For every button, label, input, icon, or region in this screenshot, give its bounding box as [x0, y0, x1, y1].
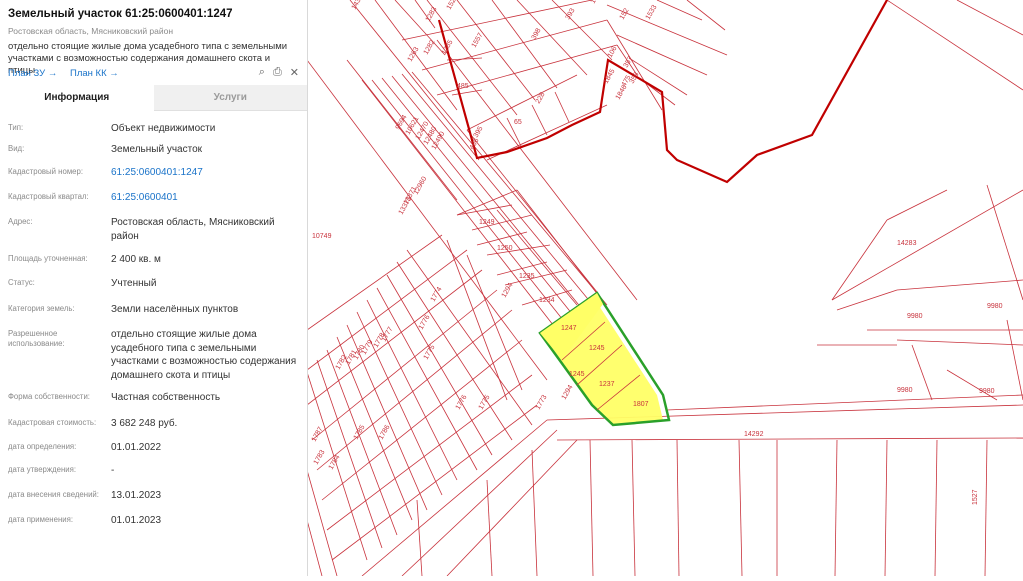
parcel-label[interactable]: 14292: [744, 431, 764, 438]
parcel-label[interactable]: 1430: [351, 0, 365, 11]
parcel-label[interactable]: 14283: [897, 240, 917, 247]
parcel-region: Ростовская область, Мясниковский район: [8, 26, 174, 36]
parcel-label[interactable]: 1845: [603, 68, 617, 85]
attribute-label: дата определения:: [8, 442, 77, 451]
attribute-link[interactable]: 61:25:0600401:1247: [111, 166, 301, 180]
parcel-label[interactable]: 1245: [569, 371, 585, 378]
parcel-label[interactable]: 9980: [897, 387, 913, 394]
attribute-label: дата внесения сведений:: [8, 490, 99, 499]
parcel-label[interactable]: 398: [531, 27, 543, 41]
parcel-label[interactable]: 1235: [519, 273, 535, 280]
attribute-value: отдельно стоящие жилые дома усадебного т…: [111, 329, 297, 381]
parcel-label[interactable]: 1807: [633, 401, 649, 408]
attribute-label: Вид:: [8, 144, 25, 153]
attribute-value: Объект недвижимости: [111, 123, 216, 134]
attribute-label: Адрес:: [8, 217, 33, 226]
panel-tabs: Информация Услуги: [0, 85, 307, 111]
attribute-value: Земельный участок: [111, 144, 203, 155]
parcel-label[interactable]: 1245: [589, 345, 605, 352]
parcel-label[interactable]: 1285: [441, 39, 455, 56]
parcel-label[interactable]: 1551: [590, 0, 604, 5]
parcel-label[interactable]: 1533: [645, 4, 659, 21]
tab-services[interactable]: Услуги: [153, 85, 307, 111]
parcel-label[interactable]: 65: [514, 119, 522, 126]
parcel-label[interactable]: 393: [565, 7, 577, 21]
parcel-label[interactable]: 1776: [418, 314, 432, 331]
parcel-label[interactable]: 1775: [478, 394, 492, 411]
attribute-link[interactable]: 61:25:0600401: [111, 191, 301, 205]
parcel-label[interactable]: 1776: [455, 394, 469, 411]
info-panel: Земельный участок 61:25:0600401:1247 Рос…: [0, 0, 308, 576]
cadastral-map[interactable]: 1430128315263931551152153312821285155739…: [306, 0, 1023, 577]
tab-info[interactable]: Информация: [0, 85, 154, 111]
parcel-label[interactable]: 1557: [471, 32, 485, 49]
attribute-value: -: [111, 465, 115, 476]
parcel-label[interactable]: 1234: [539, 297, 555, 304]
attribute-label: Кадастровый квартал:: [8, 192, 89, 201]
attribute-label: Тип:: [8, 123, 24, 132]
attribute-label: Площадь уточненная:: [8, 254, 88, 263]
attribute-label: Разрешенное использование:: [8, 329, 65, 348]
plan-kk-link[interactable]: План КК →: [70, 68, 119, 79]
print-icon[interactable]: ⎙: [273, 66, 282, 79]
parcel-label[interactable]: 1283: [425, 6, 439, 23]
attribute-label: Кадастровая стоимость:: [8, 418, 97, 427]
attribute-label: Категория земель:: [8, 304, 75, 313]
parcel-label[interactable]: 1294: [561, 384, 575, 401]
attribute-label: Статус:: [8, 278, 35, 287]
attribute-value: 01.01.2022: [111, 442, 162, 453]
parcel-label[interactable]: 9980: [907, 313, 923, 320]
parcel-label[interactable]: 1250: [497, 245, 513, 252]
attribute-value: Частная собственность: [111, 392, 221, 403]
parcel-label[interactable]: 1263: [407, 46, 421, 63]
parcel-title: Земельный участок 61:25:0600401:1247: [8, 8, 233, 20]
parcel-label[interactable]: 1526: [446, 0, 460, 11]
attribute-value: Ростовская область, Мясниковский район: [111, 217, 275, 242]
parcel-label[interactable]: 1775: [423, 344, 437, 361]
attribute-label: Кадастровый номер:: [8, 167, 84, 176]
parcel-label[interactable]: 9980: [979, 388, 995, 395]
attribute-label: Форма собственности:: [8, 392, 90, 401]
panel-toolbar: ⌕ ⎙ ✕: [259, 66, 299, 79]
parcel-label[interactable]: 1787: [311, 426, 325, 443]
attribute-value: 3 682 248 руб.: [111, 418, 178, 429]
attribute-label: дата утверждения:: [8, 465, 77, 474]
map-canvas[interactable]: 1430128315263931551152153312821285155739…: [306, 0, 1023, 577]
parcel-label[interactable]: 485: [457, 83, 469, 90]
plan-links: План ЗУ → План КК →: [8, 68, 129, 79]
parcel-label[interactable]: 1294: [501, 282, 515, 299]
parcel-label[interactable]: 1237: [599, 381, 615, 388]
parcel-label[interactable]: 1527: [972, 489, 979, 505]
parcel-label[interactable]: 1784: [328, 454, 342, 471]
parcel-label[interactable]: 1786: [378, 424, 392, 441]
parcel-label[interactable]: 1282: [423, 39, 437, 56]
parcel-label[interactable]: 395: [473, 125, 485, 139]
attribute-label: дата применения:: [8, 515, 74, 524]
parcel-label[interactable]: 228: [535, 91, 547, 105]
parcel-label[interactable]: 1773: [535, 394, 549, 411]
parcel-label[interactable]: 9980: [987, 303, 1003, 310]
attribute-value: Земли населённых пунктов: [111, 304, 239, 315]
attribute-value: 01.01.2023: [111, 515, 162, 526]
attribute-value: 2 400 кв. м: [111, 254, 161, 265]
attribute-value: 13.01.2023: [111, 490, 162, 501]
parcel-label[interactable]: 1774: [430, 286, 444, 303]
parcel-label[interactable]: 1249: [479, 219, 495, 226]
parcel-label[interactable]: 13375: [398, 196, 414, 216]
search-map-icon[interactable]: ⌕: [259, 66, 265, 79]
parcel-label[interactable]: 10749: [312, 233, 332, 240]
parcel-label[interactable]: 1785: [353, 424, 367, 441]
plan-zu-link[interactable]: План ЗУ →: [8, 68, 57, 79]
attribute-value: Учтенный: [111, 278, 157, 289]
close-icon[interactable]: ✕: [290, 66, 299, 79]
parcel-label[interactable]: 1247: [561, 325, 577, 332]
